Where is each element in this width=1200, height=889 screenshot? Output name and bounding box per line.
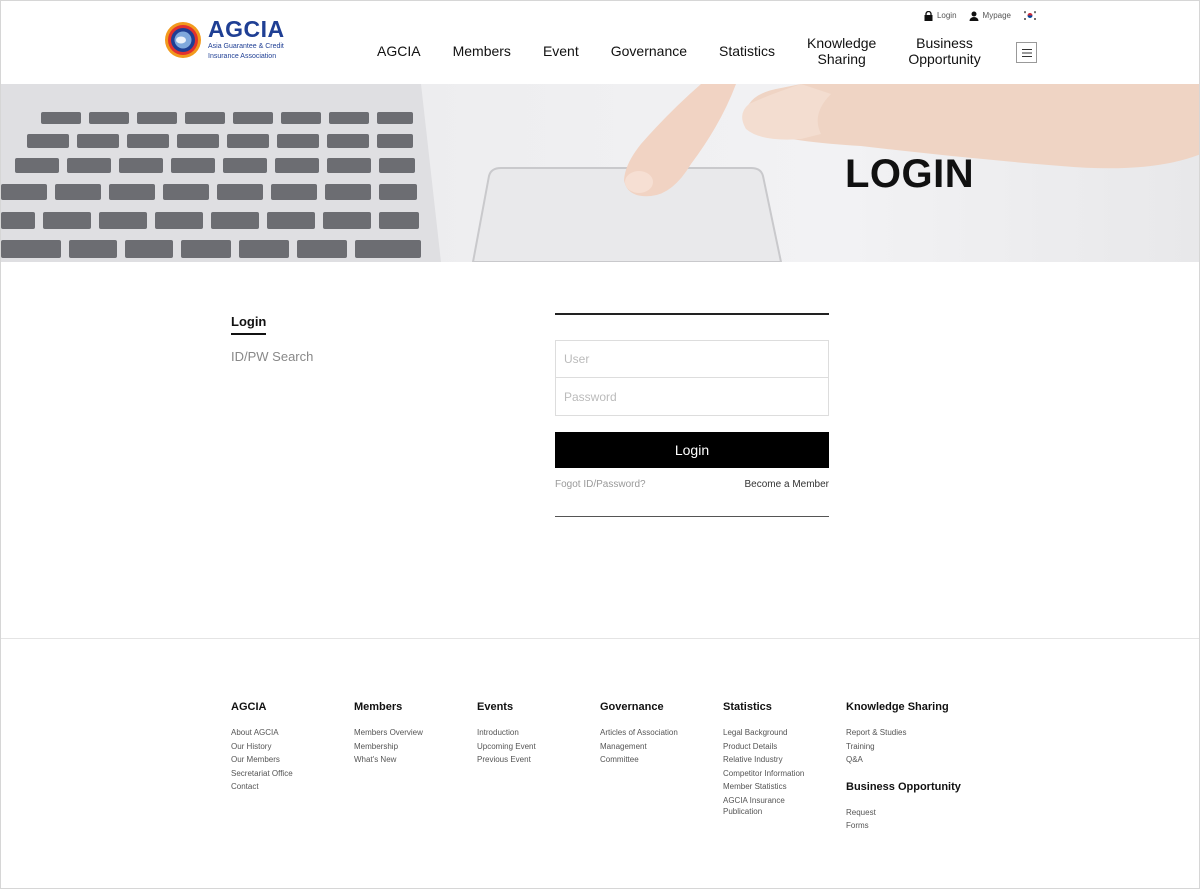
footer-link[interactable]: Publication	[723, 806, 804, 817]
user-icon	[969, 11, 979, 21]
nav-business-opportunity[interactable]: Business Opportunity	[892, 35, 996, 67]
logo-subtitle-1: Asia Guarantee & Credit	[208, 43, 284, 50]
footer-col-events: Events Introduction Upcoming Event Previ…	[477, 701, 536, 767]
nav-event-label: Event	[542, 43, 579, 59]
util-login-label: Login	[936, 11, 957, 20]
footer-link[interactable]: Previous Event	[477, 753, 536, 767]
form-spacer	[555, 315, 829, 340]
footer-link[interactable]: Contact	[231, 780, 293, 794]
footer-link[interactable]: AGCIA Insurance	[723, 795, 804, 806]
footer-heading-business[interactable]: Business Opportunity	[846, 781, 961, 793]
util-login-link[interactable]: Login	[924, 10, 957, 21]
nav-knowledge-label-2: Sharing	[817, 51, 866, 67]
footer-link[interactable]: Our Members	[231, 753, 293, 767]
footer-link[interactable]: Q&A	[846, 753, 961, 767]
logo-title: AGCIA	[208, 16, 285, 42]
banner-title: LOGIN	[845, 152, 975, 196]
footer-link[interactable]: Member Statistics	[723, 780, 804, 794]
keyboard-hand-illustration	[1, 84, 1199, 262]
footer-link[interactable]: Our History	[231, 740, 293, 754]
become-member-link[interactable]: Become a Member	[745, 479, 829, 490]
logo-subtitle-2: Insurance Association	[208, 53, 277, 60]
nav-governance[interactable]: Governance	[595, 43, 703, 59]
footer-link[interactable]: Members Overview	[354, 726, 423, 740]
nav-agcia[interactable]: AGCIA	[361, 43, 437, 59]
nav-members[interactable]: Members	[437, 43, 527, 59]
hamburger-menu-button[interactable]	[1016, 42, 1037, 63]
page-frame: AGCIA Asia Guarantee & Credit Insurance …	[0, 0, 1200, 889]
util-mypage-link[interactable]: Mypage	[969, 11, 1011, 21]
util-mypage-label: Mypage	[982, 11, 1011, 20]
nav-business-label-1: Business	[916, 35, 973, 51]
footer-heading[interactable]: Members	[354, 701, 423, 713]
footer-col-statistics: Statistics Legal Background Product Deta…	[723, 701, 804, 817]
form-links: Fogot ID/Password? Become a Member	[555, 479, 829, 490]
sidebar-item-id-pw-search[interactable]: ID/PW Search	[231, 349, 313, 364]
footer-heading[interactable]: AGCIA	[231, 701, 293, 713]
nav-knowledge-label-1: Knowledge	[807, 35, 877, 51]
site-header: AGCIA Asia Guarantee & Credit Insurance …	[1, 1, 1199, 84]
nav-governance-label: Governance	[610, 43, 688, 59]
footer-link[interactable]: Introduction	[477, 726, 536, 740]
nav-statistics-label: Statistics	[719, 43, 776, 59]
footer-link[interactable]: About AGCIA	[231, 726, 293, 740]
password-input[interactable]	[555, 378, 829, 416]
footer-link[interactable]: Training	[846, 740, 961, 754]
nav-members-label: Members	[452, 43, 511, 59]
utility-menu: Login Mypage	[924, 10, 1037, 21]
footer-col-agcia: AGCIA About AGCIA Our History Our Member…	[231, 701, 293, 794]
main-navigation: AGCIA Members Event Governance Statistic…	[361, 35, 997, 67]
footer-link[interactable]: Competitor Information	[723, 767, 804, 781]
side-navigation: Login ID/PW Search	[231, 313, 313, 364]
footer-col-governance: Governance Articles of Association Manag…	[600, 701, 678, 767]
form-bottom-divider	[555, 516, 829, 517]
login-banner: LOGIN	[1, 84, 1199, 262]
footer-heading[interactable]: Statistics	[723, 701, 804, 713]
footer-heading[interactable]: Governance	[600, 701, 678, 713]
nav-event[interactable]: Event	[527, 43, 595, 59]
footer-heading[interactable]: Events	[477, 701, 536, 713]
forgot-password-link[interactable]: Fogot ID/Password?	[555, 479, 646, 490]
sidebar-item-login[interactable]: Login	[231, 314, 267, 335]
footer-col-members: Members Members Overview Membership What…	[354, 701, 423, 767]
nav-knowledge-sharing[interactable]: Knowledge Sharing	[791, 35, 892, 67]
footer-link[interactable]: Secretariat Office	[231, 767, 293, 781]
site-logo[interactable]: AGCIA Asia Guarantee & Credit Insurance …	[164, 18, 285, 61]
footer-link[interactable]: What's New	[354, 753, 423, 767]
footer-link[interactable]: Committee	[600, 753, 678, 767]
footer-link[interactable]: Upcoming Event	[477, 740, 536, 754]
login-form: Login Fogot ID/Password? Become a Member	[555, 313, 829, 517]
agcia-logo-icon	[164, 21, 202, 59]
footer-heading[interactable]: Knowledge Sharing	[846, 701, 961, 713]
footer-link[interactable]: Product Details	[723, 740, 804, 754]
footer-link[interactable]: Legal Background	[723, 726, 804, 740]
login-button[interactable]: Login	[555, 432, 829, 468]
lock-icon	[924, 10, 933, 21]
footer-link[interactable]: Articles of Association	[600, 726, 678, 740]
nav-business-label-2: Opportunity	[908, 51, 981, 67]
footer-link[interactable]: Request	[846, 806, 961, 820]
footer-link[interactable]: Relative Industry	[723, 753, 804, 767]
footer-link[interactable]: Management	[600, 740, 678, 754]
site-footer: AGCIA About AGCIA Our History Our Member…	[1, 638, 1199, 888]
footer-link[interactable]: Membership	[354, 740, 423, 754]
footer-link[interactable]: Forms	[846, 819, 961, 833]
footer-link[interactable]: Report & Studies	[846, 726, 961, 740]
user-input[interactable]	[555, 340, 829, 378]
hamburger-icon	[1021, 48, 1032, 57]
footer-col-knowledge-sharing: Knowledge Sharing Report & Studies Train…	[846, 701, 961, 833]
korean-flag-icon[interactable]	[1023, 10, 1037, 21]
nav-statistics[interactable]: Statistics	[703, 43, 791, 59]
nav-agcia-label: AGCIA	[377, 43, 421, 59]
